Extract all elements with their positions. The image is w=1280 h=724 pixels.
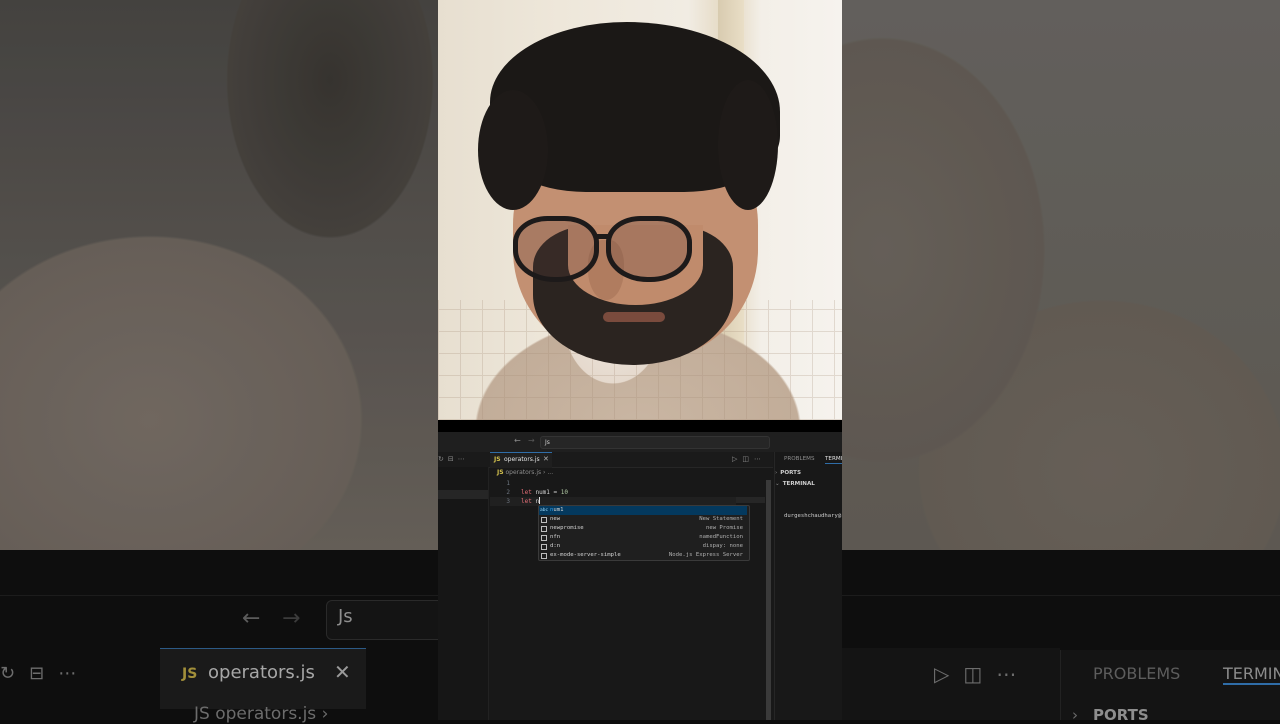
line-number-gutter: 1 2 3 xyxy=(490,479,510,506)
split-editor-icon[interactable]: ◫ xyxy=(742,455,754,463)
ports-section[interactable]: › PORTS xyxy=(775,470,842,476)
editor-actions: ▷◫⋯ xyxy=(732,455,766,463)
text-cursor xyxy=(539,497,541,504)
bg-forward-arrow-icon: → xyxy=(282,606,301,631)
run-icon[interactable]: ▷ xyxy=(732,455,742,463)
bg-toolbar-icons-left: ↻⊟⋯ xyxy=(0,663,91,684)
explorer-selected-item[interactable] xyxy=(438,490,488,499)
title-bar: ← → Js xyxy=(438,432,842,452)
tab-problems[interactable]: PROBLEMS xyxy=(784,456,815,462)
snippet-icon xyxy=(541,535,547,541)
explorer-toolbar: ↻⊟⋯ xyxy=(438,455,469,463)
bottom-panel: PROBLEMS TERMI › PORTS ⌄ TERMINAL durgeshc… xyxy=(774,452,842,720)
code-line-2: let num1 = 10 xyxy=(521,489,568,496)
bg-ports-chevron-icon: › xyxy=(1072,706,1078,724)
panel-tabs: PROBLEMS TERMI xyxy=(775,452,842,466)
command-center-text: Js xyxy=(545,439,550,446)
command-center[interactable]: Js xyxy=(540,436,770,449)
more-actions-icon[interactable]: ⋯ xyxy=(754,455,766,463)
tab-terminal[interactable]: TERMI xyxy=(825,456,842,464)
chevron-down-icon: ⌄ xyxy=(775,481,780,487)
back-arrow-icon[interactable]: ← xyxy=(514,436,521,445)
bg-tab-close-icon: ✕ xyxy=(334,660,351,684)
tab-operators-js[interactable]: JS operators.js ✕ xyxy=(490,452,552,468)
suggestion-item[interactable]: new New Statement xyxy=(539,515,747,524)
breadcrumb: JS operators.js › ... xyxy=(497,469,553,476)
bg-back-arrow-icon: ← xyxy=(242,606,261,631)
suggestion-item[interactable]: d:n dispay: none xyxy=(539,542,747,551)
suggestion-item[interactable]: ex-mode-server-simple Node.js Express Se… xyxy=(539,551,747,560)
minimap[interactable] xyxy=(736,497,765,503)
background-right-blur xyxy=(842,0,1280,720)
editor-tab-bar: ↻⊟⋯ JS operators.js ✕ ▷◫⋯ xyxy=(438,452,773,468)
code-area[interactable]: ​ let num1 = 10 let n xyxy=(521,479,568,506)
suggestion-item[interactable]: nfn namedFunction xyxy=(539,533,747,542)
explorer-sidebar xyxy=(438,467,489,720)
snippet-icon xyxy=(541,526,547,532)
bg-problems-tab: PROBLEMS xyxy=(1093,664,1181,683)
forward-arrow-icon[interactable]: → xyxy=(528,436,535,445)
terminal-prompt[interactable]: durgeshchaudhary@ xyxy=(784,513,841,519)
breadcrumb-more[interactable]: ... xyxy=(547,469,553,476)
code-line-1: ​ xyxy=(521,479,568,488)
text-suggestion-icon: abc xyxy=(540,508,549,513)
chevron-right-icon: › xyxy=(775,470,778,476)
bg-tab-name: operators.js xyxy=(208,662,315,683)
js-file-icon: JS xyxy=(497,469,504,476)
bg-command-center-text: Js xyxy=(338,606,353,627)
bg-terminal-tab: TERMIN xyxy=(1223,664,1280,685)
code-editor: ← → Js ↻⊟⋯ JS operators.js ✕ ▷◫⋯ JS oper… xyxy=(438,432,842,720)
snippet-icon xyxy=(541,553,547,559)
collapse-icon[interactable]: ⊟ xyxy=(448,455,458,463)
suggestion-item[interactable]: newpromise new Promise xyxy=(539,524,747,533)
line-number: 2 xyxy=(506,489,510,496)
refresh-icon[interactable]: ↻ xyxy=(438,455,448,463)
more-icon[interactable]: ⋯ xyxy=(458,455,469,463)
tab-label: operators.js xyxy=(504,456,540,463)
terminal-section[interactable]: ⌄ TERMINAL xyxy=(775,481,842,487)
bg-ports-section: PORTS xyxy=(1093,706,1149,724)
bg-breadcrumb: JS operators.js › xyxy=(194,704,329,724)
short-video-frame: ← → Js ↻⊟⋯ JS operators.js ✕ ▷◫⋯ JS oper… xyxy=(438,0,842,720)
webcam-video xyxy=(438,0,842,420)
close-icon[interactable]: ✕ xyxy=(543,455,549,463)
autocomplete-suggestions: abc num1 new New Statement newpromise ne… xyxy=(538,505,750,561)
line-number: 1 xyxy=(506,480,510,487)
bg-toolbar-icons-right: ▷◫⋯ xyxy=(934,662,1031,686)
line-number: 3 xyxy=(506,498,510,505)
js-file-icon: JS xyxy=(494,456,501,463)
snippet-icon xyxy=(541,544,547,550)
vertical-scrollbar[interactable] xyxy=(766,480,771,720)
chevron-right-icon: › xyxy=(543,469,546,476)
suggestion-item[interactable]: abc num1 xyxy=(539,506,747,515)
snippet-icon xyxy=(541,517,547,523)
bg-tab-js-badge: JS xyxy=(182,666,198,682)
breadcrumb-file[interactable]: operators.js xyxy=(505,469,541,476)
